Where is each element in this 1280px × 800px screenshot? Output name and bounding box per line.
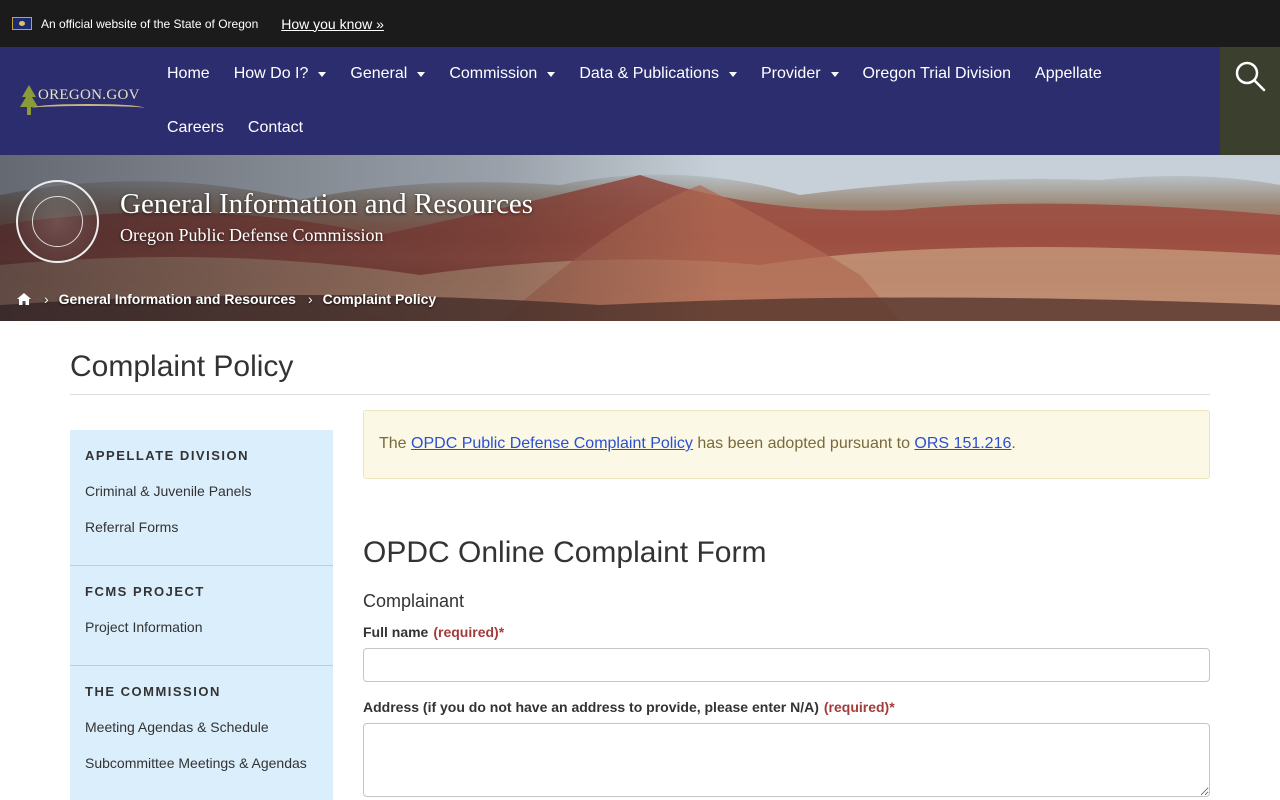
nav-item-label: Commission [449, 65, 538, 82]
chevron-right-icon: › [307, 291, 313, 307]
sidebar-item-meeting-agendas-schedule[interactable]: Meeting Agendas & Schedule [85, 717, 318, 753]
breadcrumb: › General Information and Resources › Co… [16, 291, 436, 307]
nav-row-primary: Home How Do I? General Commission Data & Pub… [155, 47, 1215, 101]
notice-text-prefix: The [379, 435, 412, 452]
sidebar-heading[interactable]: FCMS PROJECT [85, 584, 318, 599]
nav-item-careers[interactable]: Careers [155, 119, 236, 137]
nav-item-label: Provider [760, 65, 821, 82]
full-name-label-text: Full name [363, 624, 429, 640]
nav-item-label: Contact [247, 119, 304, 136]
official-banner: An official website of the State of Oreg… [0, 0, 1280, 47]
nav-row-secondary: Careers Contact [155, 101, 1215, 155]
home-icon[interactable] [16, 292, 32, 306]
chevron-down-icon [547, 71, 556, 77]
main-navigation: OREGON.GOV Home How Do I? General Commissio… [0, 47, 1280, 155]
sidebar-section-the-commission: THE COMMISSION Meeting Agendas & Schedule… [70, 666, 333, 800]
seal-inner-ring [32, 196, 83, 247]
nav-item-label: Data & Publications [579, 65, 719, 82]
sidebar-item-project-information[interactable]: Project Information [85, 617, 318, 653]
sidebar-heading[interactable]: THE COMMISSION [85, 684, 318, 699]
notice-text-suffix: . [1011, 435, 1016, 452]
nav-item-label: Oregon Trial Division [862, 65, 1012, 82]
chevron-down-icon [728, 71, 737, 77]
required-indicator: (required)* [433, 624, 505, 640]
nav-item-home[interactable]: Home [155, 65, 222, 83]
required-indicator: (required)* [823, 699, 895, 715]
sidebar-nav: APPELLATE DIVISION Criminal & Juvenile Pa… [70, 430, 333, 800]
nav-menu: Home How Do I? General Commission Data & Pub… [155, 47, 1215, 155]
nav-item-label: How Do I? [233, 65, 309, 82]
form-title: OPDC Online Complaint Form [363, 536, 767, 569]
search-button[interactable] [1220, 47, 1280, 155]
notice-text-middle: has been adopted pursuant to [692, 435, 915, 452]
search-icon [1235, 61, 1266, 92]
sidebar-item-criminal-juvenile-panels[interactable]: Criminal & Juvenile Panels [85, 481, 318, 517]
hero-banner: General Information and Resources Oregon… [0, 155, 1280, 321]
nav-item-label: Careers [167, 119, 224, 136]
form-section-title: Complainant [363, 591, 465, 611]
chevron-down-icon [417, 71, 426, 77]
breadcrumb-general-info[interactable]: General Information and Resources [59, 291, 296, 307]
oregon-flag-icon [12, 17, 32, 30]
sidebar-heading[interactable]: APPELLATE DIVISION [85, 448, 318, 463]
policy-notice: The OPDC Public Defense Complaint Policy… [363, 410, 1210, 479]
ors-link[interactable]: ORS 151.216 [914, 435, 1011, 452]
hero-title: General Information and Resources [120, 188, 534, 220]
logo-swoosh [32, 104, 144, 112]
nav-item-data-publications[interactable]: Data & Publications [567, 65, 749, 83]
address-label-text: Address (if you do not have an address t… [363, 699, 819, 715]
hero-subtitle: Oregon Public Defense Commission [120, 225, 384, 245]
nav-item-how-do-i[interactable]: How Do I? [222, 65, 339, 83]
chevron-down-icon [830, 71, 839, 77]
oregon-gov-logo[interactable]: OREGON.GOV [18, 77, 148, 121]
state-seal-icon [16, 180, 99, 263]
complaint-policy-link[interactable]: OPDC Public Defense Complaint Policy [411, 435, 693, 452]
nav-item-appellate[interactable]: Appellate [1023, 65, 1114, 83]
logo-text: OREGON.GOV [38, 87, 140, 103]
address-textarea[interactable] [363, 723, 1210, 797]
sidebar-section-fcms-project: FCMS PROJECT Project Information [70, 566, 333, 666]
nav-item-commission[interactable]: Commission [437, 65, 567, 83]
nav-item-provider[interactable]: Provider [749, 65, 851, 83]
nav-item-oregon-trial-division[interactable]: Oregon Trial Division [851, 65, 1024, 83]
sidebar-section-appellate-division: APPELLATE DIVISION Criminal & Juvenile Pa… [70, 430, 333, 566]
full-name-input[interactable] [363, 648, 1210, 682]
address-label: Address (if you do not have an address t… [363, 699, 895, 715]
full-name-label: Full name (required)* [363, 624, 504, 640]
sidebar-item-subcommittee-meetings-agendas[interactable]: Subcommittee Meetings & Agendas [85, 753, 318, 789]
chevron-down-icon [318, 71, 327, 77]
nav-item-general[interactable]: General [338, 65, 437, 83]
title-divider [70, 394, 1210, 395]
nav-item-label: Home [167, 65, 210, 82]
nav-item-contact[interactable]: Contact [236, 119, 315, 137]
official-text: An official website of the State of Oreg… [41, 16, 259, 31]
page-title: Complaint Policy [70, 350, 294, 383]
nav-item-label: Appellate [1035, 65, 1102, 82]
sidebar-item-referral-forms[interactable]: Referral Forms [85, 517, 318, 553]
chevron-right-icon: › [44, 291, 49, 307]
breadcrumb-current: Complaint Policy [322, 291, 437, 307]
how-you-know-link[interactable]: How you know » [281, 16, 384, 32]
nav-item-label: General [350, 65, 408, 82]
